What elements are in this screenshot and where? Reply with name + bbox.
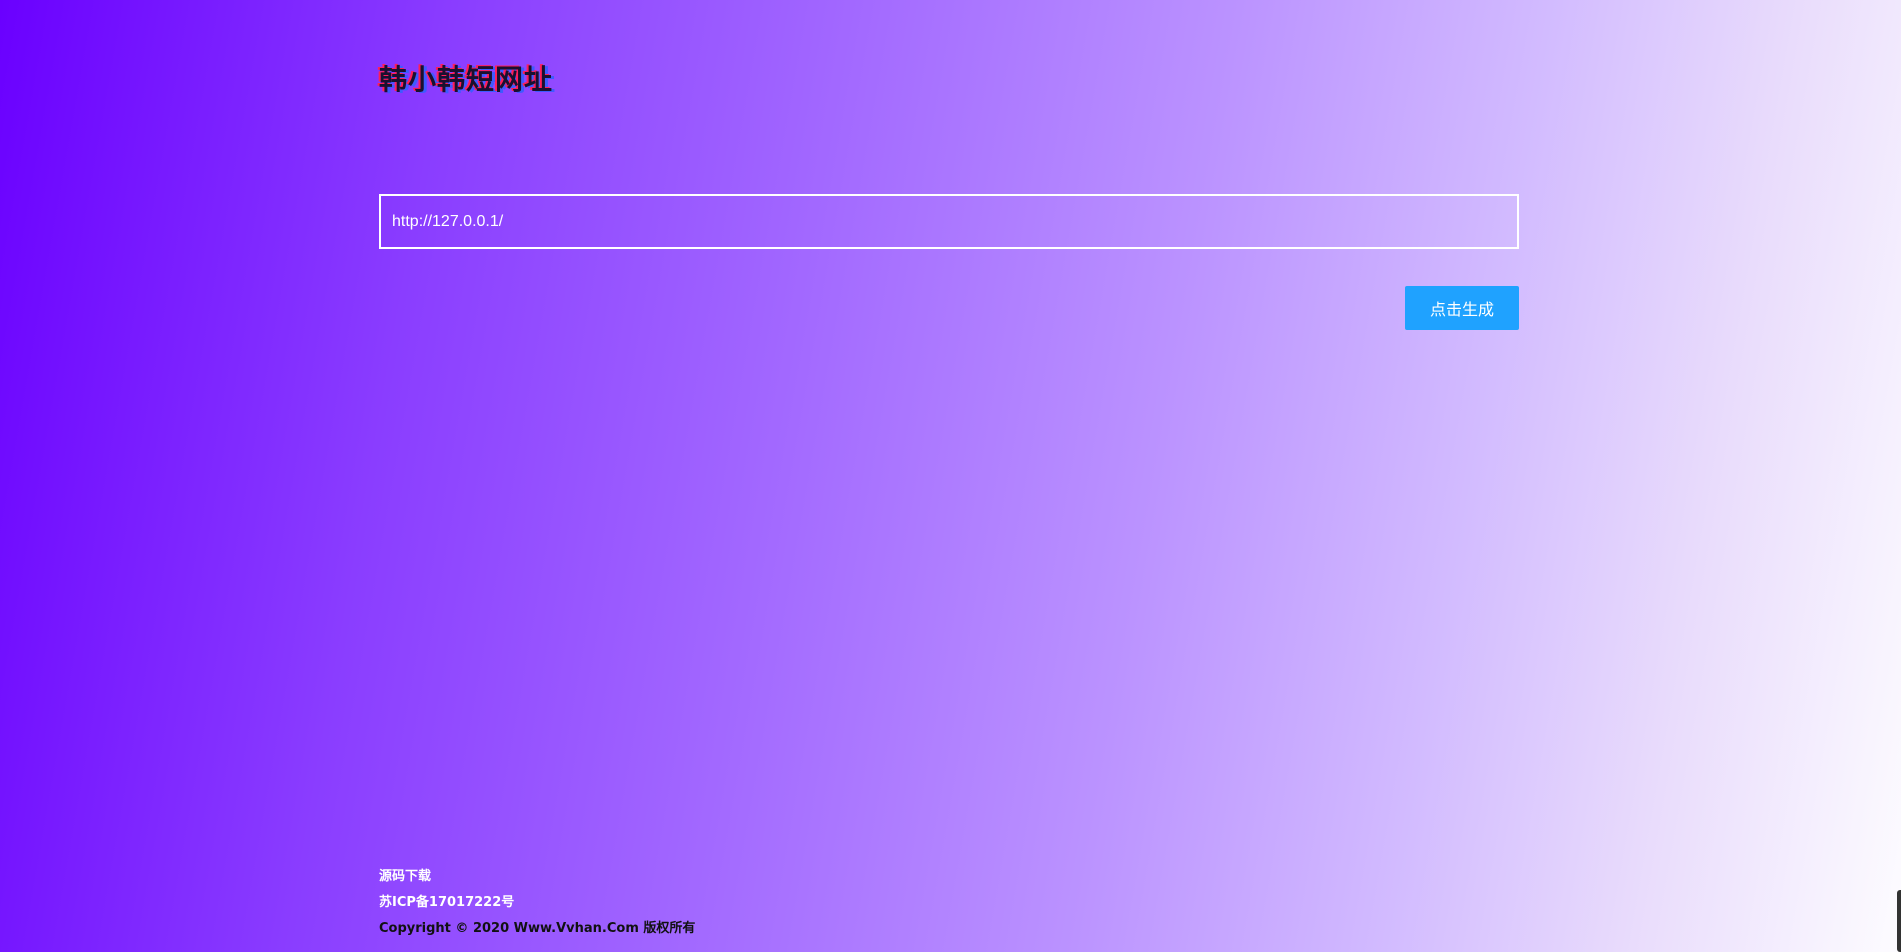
source-download-link[interactable]: 源码下载 bbox=[379, 864, 695, 890]
copyright-text: Copyright © 2020 Www.Vvhan.Com 版权所有 bbox=[379, 921, 696, 936]
url-input[interactable] bbox=[379, 194, 1519, 249]
main-container: 韩小韩短网址 点击生成 源码下载 苏ICP备17017222号 Copyrigh… bbox=[379, 0, 1519, 952]
edge-handle[interactable] bbox=[1897, 890, 1901, 952]
icp-link[interactable]: 苏ICP备17017222号 bbox=[379, 890, 695, 916]
generate-button[interactable]: 点击生成 bbox=[1405, 286, 1519, 330]
footer: 源码下载 苏ICP备17017222号 Copyright © 2020 Www… bbox=[379, 864, 695, 942]
site-logo[interactable]: 韩小韩短网址 bbox=[379, 58, 553, 98]
